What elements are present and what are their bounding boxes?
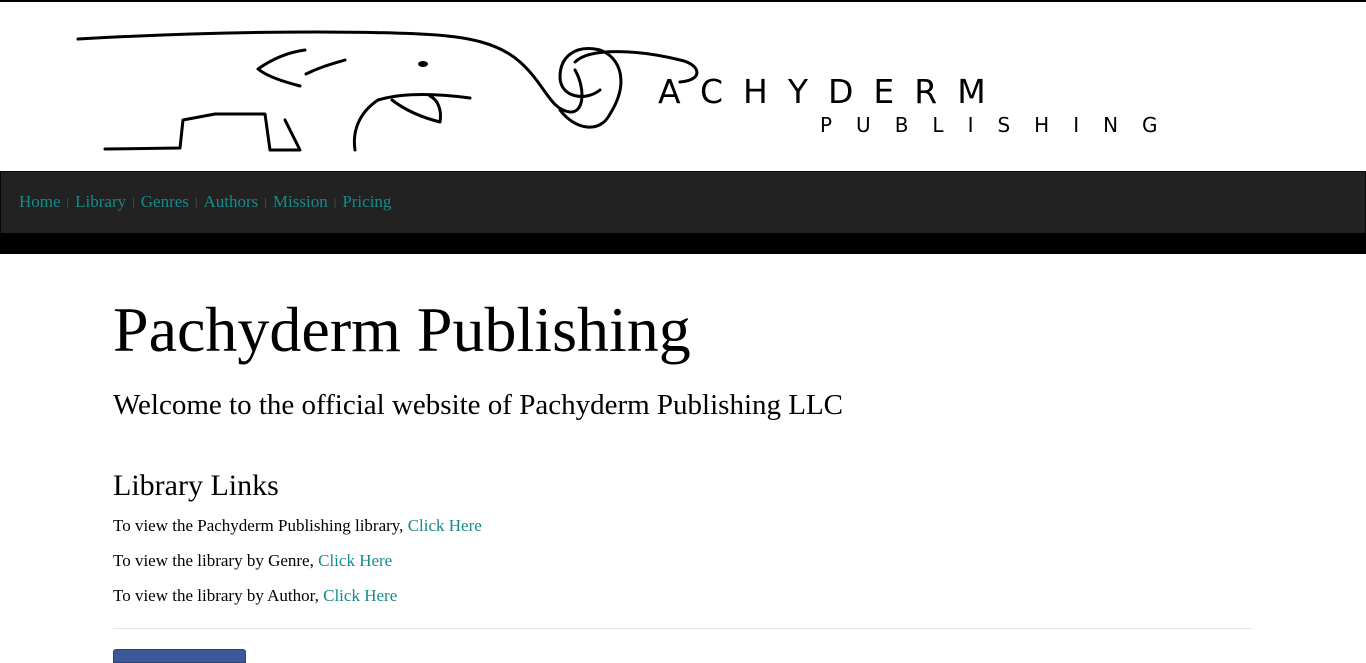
logo-wordmark-main: ACHYDERM: [658, 72, 1006, 111]
nav-home-link[interactable]: Home: [19, 192, 61, 212]
genre-link-row: To view the library by Genre, Click Here: [113, 550, 392, 572]
nav-list: Home | Library | Genres | Authors | Miss…: [19, 192, 391, 212]
nav-genres-link[interactable]: Genres: [141, 192, 189, 212]
elephant-logo-icon: ACHYDERM PUBLISHING: [76, 30, 1182, 152]
library-links-heading: Library Links: [113, 469, 279, 502]
content-divider: [113, 628, 1253, 629]
nav-authors-link[interactable]: Authors: [204, 192, 259, 212]
welcome-text: Welcome to the official website of Pachy…: [113, 389, 844, 421]
view-library-link[interactable]: Click Here: [408, 516, 482, 535]
nav-library-link[interactable]: Library: [75, 192, 126, 212]
main-navbar: Home | Library | Genres | Authors | Miss…: [0, 171, 1366, 234]
logo-wordmark-sub: PUBLISHING: [820, 113, 1182, 137]
view-genre-link[interactable]: Click Here: [318, 551, 392, 570]
page-title: Pachyderm Publishing: [113, 294, 691, 365]
library-link-row: To view the Pachyderm Publishing library…: [113, 515, 482, 537]
nav-separator: |: [66, 194, 70, 209]
genre-link-text: To view the library by Genre,: [113, 551, 319, 570]
facebook-button[interactable]: [113, 649, 246, 663]
nav-separator: |: [194, 194, 198, 209]
nav-separator: |: [132, 194, 135, 209]
nav-bottom-band: [0, 233, 1366, 254]
author-link-text: To view the library by Author,: [113, 586, 324, 605]
author-link-row: To view the library by Author, Click Her…: [113, 585, 397, 607]
view-author-link[interactable]: Click Here: [323, 586, 397, 605]
nav-separator: |: [264, 194, 267, 209]
nav-mission-link[interactable]: Mission: [273, 192, 328, 212]
nav-pricing-link[interactable]: Pricing: [342, 192, 391, 212]
library-link-text: To view the Pachyderm Publishing library…: [113, 516, 408, 535]
nav-separator: |: [333, 194, 337, 209]
header-logo-banner[interactable]: ACHYDERM PUBLISHING: [0, 2, 1366, 171]
